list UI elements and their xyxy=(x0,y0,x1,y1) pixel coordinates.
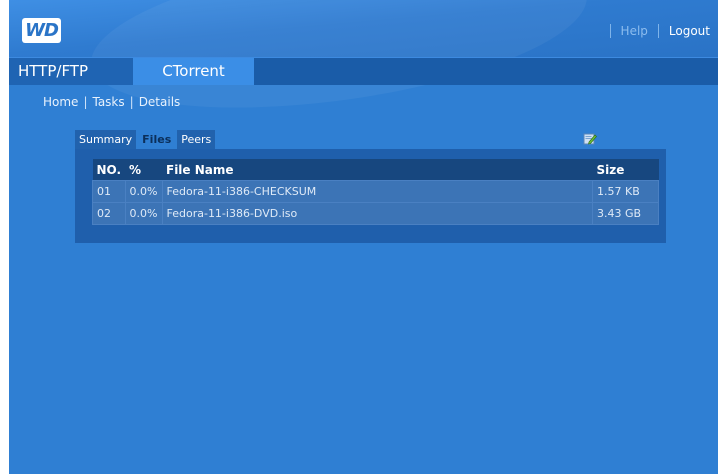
wd-logo: WD xyxy=(22,18,61,43)
breadcrumb-home[interactable]: Home xyxy=(43,95,78,109)
column-header-no: NO. xyxy=(92,159,126,181)
breadcrumb-tasks[interactable]: Tasks xyxy=(92,95,124,109)
column-header-file-name: File Name xyxy=(162,159,593,181)
cell-size: 3.43 GB xyxy=(592,202,659,225)
breadcrumb: Home | Tasks | Details xyxy=(43,95,180,109)
files-table: NO. % File Name Size 01 0.0% Fedora-11-i… xyxy=(92,159,659,225)
table-row[interactable]: 01 0.0% Fedora-11-i386-CHECKSUM 1.57 KB xyxy=(92,180,659,203)
cell-file-name: Fedora-11-i386-CHECKSUM xyxy=(161,180,593,203)
cell-percent: 0.0% xyxy=(124,180,163,203)
tab-ctorrent[interactable]: CTorrent xyxy=(133,58,254,85)
tab-http-ftp[interactable]: HTTP/FTP xyxy=(9,58,133,85)
divider xyxy=(609,24,611,38)
breadcrumb-separator: | xyxy=(83,95,88,109)
detail-tabs: Summary Files Peers xyxy=(75,130,217,149)
edit-icon[interactable] xyxy=(583,132,597,145)
breadcrumb-separator: | xyxy=(129,95,134,109)
cell-no: 02 xyxy=(92,202,126,225)
divider xyxy=(657,24,659,38)
tab-summary[interactable]: Summary xyxy=(75,130,137,149)
cell-no: 01 xyxy=(92,180,126,203)
breadcrumb-details[interactable]: Details xyxy=(139,95,181,109)
cell-file-name: Fedora-11-i386-DVD.iso xyxy=(161,202,593,225)
column-header-percent: % xyxy=(125,159,162,181)
top-links: Help Logout xyxy=(600,24,710,38)
tab-files[interactable]: Files xyxy=(138,130,176,149)
logout-link[interactable]: Logout xyxy=(669,24,710,38)
header: WD Help Logout xyxy=(9,0,718,58)
cell-size: 1.57 KB xyxy=(592,180,659,203)
table-row[interactable]: 02 0.0% Fedora-11-i386-DVD.iso 3.43 GB xyxy=(92,202,659,225)
help-link[interactable]: Help xyxy=(621,24,648,38)
cell-percent: 0.0% xyxy=(124,202,163,225)
table-header-row: NO. % File Name Size xyxy=(92,159,659,181)
tab-peers[interactable]: Peers xyxy=(177,130,216,149)
files-panel: NO. % File Name Size 01 0.0% Fedora-11-i… xyxy=(75,149,666,243)
app-window: WD Help Logout HTTP/FTP CTorrent Home | Ta… xyxy=(9,0,718,474)
column-header-size: Size xyxy=(592,159,659,181)
nav-bar: HTTP/FTP CTorrent xyxy=(9,57,718,85)
